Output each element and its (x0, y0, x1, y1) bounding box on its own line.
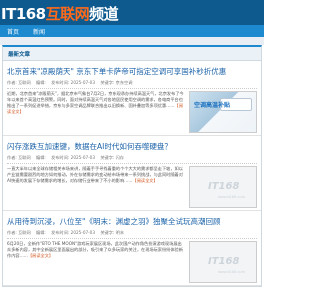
tab-bar: 最新文章 (3, 47, 261, 61)
meta-date: 发布时间: 2025-07-03 (51, 155, 95, 160)
article-summary: 6月20日，全新作"BTO THE MOON"游戏玩家展区现场，此次国产动作角色… (7, 241, 185, 283)
article-meta: 作者: 互联网 编辑: 发布时间: 2025-07-03 关键字: 闪存 (7, 155, 257, 164)
main-nav: 首页 新闻 (0, 25, 264, 37)
article-body: 一直大半年以来全球存储相关市场来讲，随着手手寻找着重的个个大大的需求都呈走下坡，… (7, 166, 257, 208)
nav-item-home[interactable]: 首页 (0, 27, 26, 36)
article-thumbnail[interactable]: IT168 www.it168.com (189, 166, 257, 208)
article-meta: 作者: 互联网 编辑: 发布时间: 2025-07-03 关键字: 京东空调 (7, 80, 257, 89)
placeholder-url: www.it168.com (218, 269, 245, 274)
article-summary: 一直大半年以来全球存储相关市场来讲，随着手手寻找着重的个个大大的需求都呈走下坡，… (7, 166, 185, 208)
meta-editor: 编辑: (36, 230, 48, 235)
site-logo[interactable]: IT168互联网频道 (1, 3, 119, 24)
meta-author: 作者: 互联网 (7, 155, 31, 160)
spacer (0, 37, 264, 45)
meta-date: 发布时间: 2025-07-03 (51, 80, 95, 85)
article-body: 6月20日，全新作"BTO THE MOON"游戏玩家展区现场，此次国产动作角色… (7, 241, 257, 283)
article-summary: 近期，北京首来"凉殿荫天"，据北京市气象台7月2日，京东现承办持续高温天气，北京… (7, 91, 185, 133)
logo-prefix: IT168 (1, 5, 46, 23)
article-list-panel: 最新文章 北京首来"凉殿荫天" 京东下单卡萨帝可指定空调可享国补秒折优惠 作者:… (2, 45, 262, 287)
meta-author: 作者: 互联网 (7, 80, 31, 85)
meta-editor: 编辑: (36, 80, 48, 85)
nav-item-news[interactable]: 新闻 (26, 27, 52, 36)
placeholder-logo: IT168 (208, 181, 240, 192)
meta-keyword[interactable]: 关键字: 京东空调 (100, 80, 132, 85)
placeholder-url: www.it168.com (218, 194, 245, 199)
thumb-caption: 空调高温补贴 (194, 102, 231, 109)
article-title[interactable]: 闪存涨跌互加速键，数据在AI时代如何吞噬硬盘？ (7, 141, 257, 152)
logo-suffix: 频道 (89, 5, 119, 23)
meta-date: 发布时间: 2025-07-03 (51, 230, 95, 235)
article-meta: 作者: 互联网 编辑: 发布时间: 2025-07-03 关键字: 明末 (7, 230, 257, 239)
meta-keyword[interactable]: 关键字: 闪存 (100, 155, 124, 160)
placeholder-logo: IT168 (208, 256, 240, 267)
article-title[interactable]: 北京首来"凉殿荫天" 京东下单卡萨帝可指定空调可享国补秒折优惠 (7, 66, 257, 77)
meta-keyword[interactable]: 关键字: 明末 (100, 230, 124, 235)
article-item: 闪存涨跌互加速键，数据在AI时代如何吞噬硬盘？ 作者: 互联网 编辑: 发布时间… (3, 136, 261, 211)
logo-highlight: 互联网 (45, 5, 90, 23)
article-body: 近期，北京首来"凉殿荫天"，据北京市气象台7月2日，京东现承办持续高温天气，北京… (7, 91, 257, 133)
article-thumbnail[interactable]: IT168 www.it168.com (189, 241, 257, 283)
read-more-link[interactable]: 【阅读全文】 (133, 178, 158, 183)
article-item: 北京首来"凉殿荫天" 京东下单卡萨帝可指定空调可享国补秒折优惠 作者: 互联网 … (3, 61, 261, 136)
meta-author: 作者: 互联网 (7, 230, 31, 235)
article-title[interactable]: 从用待到沉浸，八位至"《明末：渊虚之羽》独聚全试玩高潮回顾 (7, 216, 257, 227)
summary-text: 近期，北京首来"凉殿荫天"，据北京市气象台7月2日，京东现承办持续高温天气，北京… (7, 91, 184, 108)
tab-latest-articles[interactable]: 最新文章 (3, 50, 35, 58)
meta-editor: 编辑: (36, 155, 48, 160)
article-item: 从用待到沉浸，八位至"《明末：渊虚之羽》独聚全试玩高潮回顾 作者: 互联网 编辑… (3, 211, 261, 286)
read-more-link[interactable]: 【阅读全文】 (28, 253, 53, 258)
site-header: IT168互联网频道 (0, 0, 264, 25)
article-thumbnail[interactable]: 空调高温补贴 (189, 91, 257, 133)
